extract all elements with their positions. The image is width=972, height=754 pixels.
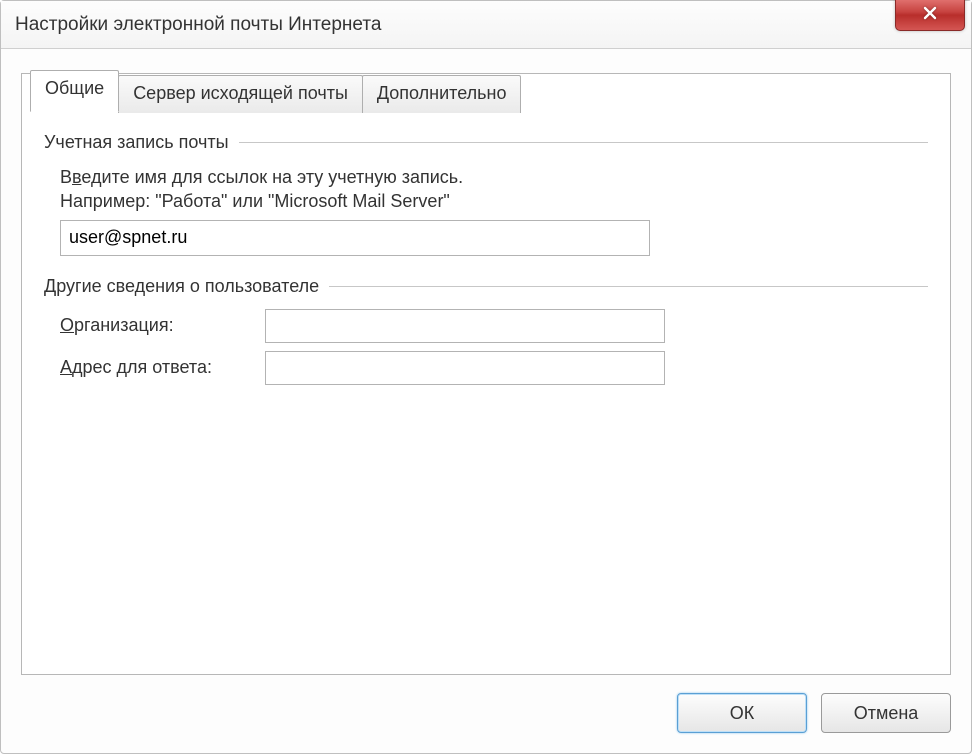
tab-general[interactable]: Общие (30, 70, 119, 112)
cancel-button[interactable]: Отмена (821, 693, 951, 733)
close-icon (922, 5, 938, 21)
mail-account-legend-row: Учетная запись почты (44, 132, 928, 153)
divider (239, 142, 928, 143)
mail-account-legend: Учетная запись почты (44, 132, 239, 153)
account-help-text: Введите имя для ссылок на эту учетную за… (60, 165, 928, 214)
reply-address-row: Адрес для ответа: (60, 351, 928, 385)
user-info-group: Другие сведения о пользователе Организац… (44, 276, 928, 385)
organization-label: Организация: (60, 315, 265, 336)
account-name-input[interactable] (60, 220, 650, 256)
tab-advanced[interactable]: Дополнительно (362, 75, 522, 113)
divider (329, 286, 928, 287)
tab-outgoing-server[interactable]: Сервер исходящей почты (118, 75, 363, 113)
reply-address-label: Адрес для ответа: (60, 357, 265, 378)
close-button[interactable] (895, 0, 965, 31)
tab-panel-general: Учетная запись почты Введите имя для ссы… (22, 114, 950, 674)
mail-account-group: Учетная запись почты Введите имя для ссы… (44, 132, 928, 256)
organization-input[interactable] (265, 309, 665, 343)
titlebar: Настройки электронной почты Интернета (1, 1, 971, 49)
dialog-button-row: ОК Отмена (677, 693, 951, 733)
window-title: Настройки электронной почты Интернета (15, 14, 381, 36)
user-info-legend-row: Другие сведения о пользователе (44, 276, 928, 297)
tab-container: Общие Сервер исходящей почты Дополнитель… (21, 73, 951, 675)
reply-address-input[interactable] (265, 351, 665, 385)
organization-row: Организация: (60, 309, 928, 343)
tab-strip: Общие Сервер исходящей почты Дополнитель… (30, 73, 521, 113)
ok-button[interactable]: ОК (677, 693, 807, 733)
dialog-window: Настройки электронной почты Интернета Об… (0, 0, 972, 754)
user-info-legend: Другие сведения о пользователе (44, 276, 329, 297)
